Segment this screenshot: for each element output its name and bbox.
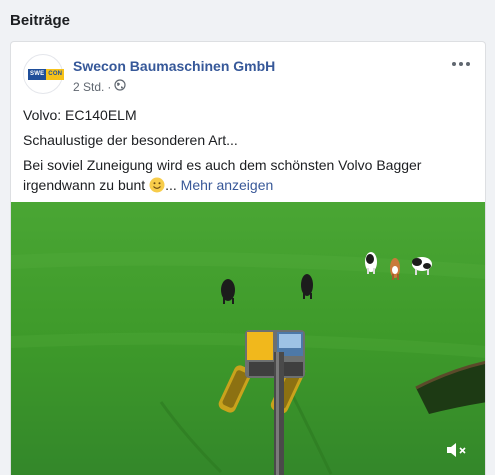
- post-text-line-2: Schaulustige der besonderen Art...: [23, 132, 238, 148]
- swecon-logo: SWE CON: [28, 68, 65, 80]
- globe-icon: [114, 79, 126, 94]
- see-more-link[interactable]: Mehr anzeigen: [181, 177, 274, 193]
- post-video[interactable]: [11, 202, 485, 475]
- post-header: SWE CON Swecon Baumaschinen GmbH 2 Std. ·: [23, 54, 473, 98]
- logo-part-2: CON: [46, 68, 65, 80]
- cow-1: [221, 279, 235, 304]
- post-text-line-1: Volvo: EC140ELM: [23, 107, 137, 123]
- section-title: Beiträge: [10, 12, 71, 29]
- more-options-icon-dot-3: [466, 62, 470, 66]
- post-card: SWE CON Swecon Baumaschinen GmbH 2 Std. ·…: [10, 41, 486, 475]
- post-timestamp[interactable]: 2 Std.: [73, 80, 104, 94]
- more-options-button[interactable]: [449, 56, 473, 72]
- video-frame: [11, 202, 485, 475]
- post-meta: 2 Std. ·: [73, 79, 126, 94]
- post-text-line-3: Bei soviel Zuneigung wird es auch dem sc…: [23, 155, 473, 195]
- post-text-ellipsis: ...: [165, 177, 177, 193]
- post-text: Volvo: EC140ELM Schaulustige der besonde…: [23, 105, 473, 200]
- meta-separator: ·: [107, 79, 112, 94]
- logo-part-1: SWE: [28, 68, 47, 80]
- page-avatar[interactable]: SWE CON: [23, 54, 65, 94]
- speaker-muted-icon[interactable]: [445, 440, 471, 460]
- more-options-icon-dot-1: [452, 62, 456, 66]
- more-options-icon-dot-2: [459, 62, 463, 66]
- smiley-emoji-icon: [149, 177, 165, 193]
- page-name-link[interactable]: Swecon Baumaschinen GmbH: [73, 58, 275, 74]
